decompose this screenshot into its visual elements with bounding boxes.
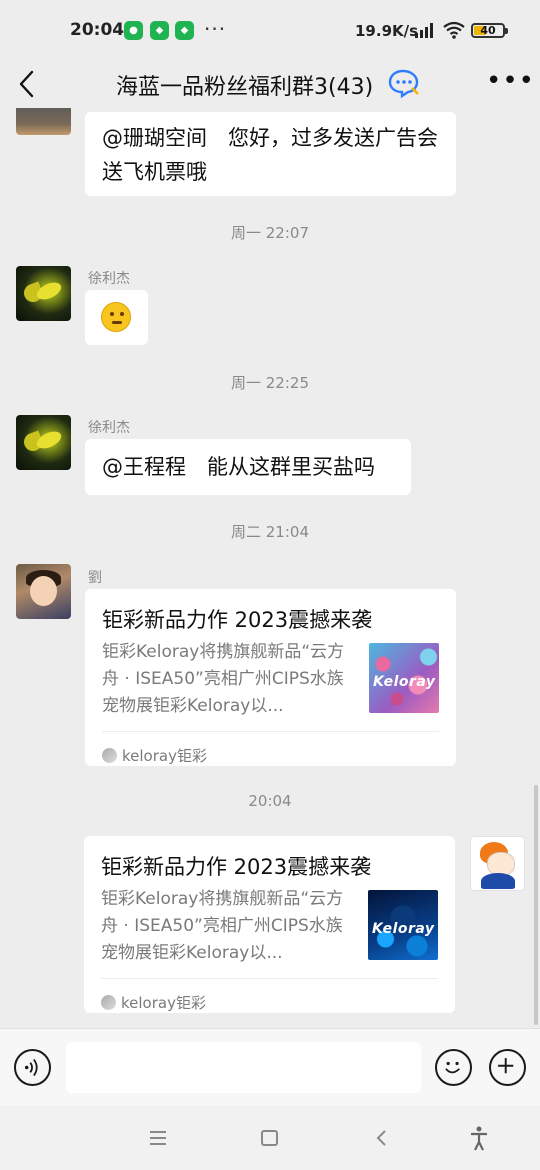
emoji-button[interactable] [435,1049,472,1086]
more-notifications-icon: ··· [204,17,227,41]
more-functions-button[interactable] [489,1049,526,1086]
home-icon[interactable] [254,1122,286,1154]
timestamp: 周一 22:07 [231,224,309,242]
system-nav-bar [0,1106,540,1170]
card-title: 钜彩新品力作 2023震撼来袭 [102,608,373,632]
battery-level: 40 [480,24,496,37]
shield-notification-icon: ◆ [150,21,169,40]
avatar[interactable] [16,108,71,135]
cell-signal-icon [415,23,433,38]
sender-name: 徐利杰 [88,420,130,436]
message-bubble[interactable] [85,290,148,345]
battery-icon: 40 [471,23,508,38]
status-bar: 20:04 ● ◆ ◆ ··· 19.9K/s 40 [0,0,540,60]
menu-icon[interactable] [142,1122,174,1154]
source-logo-icon [102,748,117,763]
card-source: keloray钜彩 [102,739,207,773]
sender-name: 徐利杰 [88,271,130,287]
wifi-icon [443,21,465,39]
back-button[interactable] [12,66,48,102]
message-bubble[interactable]: @王程程 能从这群里买盐吗 [85,439,411,495]
message-text: @王程程 能从这群里买盐吗 [102,455,375,479]
avatar[interactable] [16,415,71,470]
divider [102,731,439,732]
message-bubble[interactable]: @珊瑚空间 您好，过多发送广告会送飞机票哦 [85,112,456,196]
avatar[interactable] [16,564,71,619]
source-logo-icon [101,995,116,1010]
thumbnail-logo-text: Keloray [373,674,436,690]
shield-notification-icon-2: ◆ [175,21,194,40]
card-thumbnail: Keloray [368,890,438,960]
card-description: 钜彩Keloray将携旗舰新品“云方舟 · ISEA50”亮相广州CIPS水族宠… [101,889,344,963]
back-nav-icon[interactable] [366,1122,398,1154]
wechat-notification-icon: ● [124,21,143,40]
message-input[interactable] [66,1042,421,1093]
chat-bot-icon[interactable] [388,68,420,98]
timestamp: 周二 21:04 [231,523,309,541]
link-card[interactable]: 钜彩新品力作 2023震撼来袭 钜彩Keloray将携旗舰新品“云方舟 · IS… [85,589,456,766]
thumbnail-logo-text: Keloray [372,921,435,937]
accessibility-icon[interactable] [463,1122,495,1154]
card-thumbnail: Keloray [369,643,439,713]
message-text: @珊瑚空间 您好，过多发送广告会送飞机票哦 [102,126,438,184]
timestamp: 周一 22:25 [231,374,309,392]
card-title: 钜彩新品力作 2023震撼来袭 [101,855,372,879]
avatar[interactable] [16,266,71,321]
my-avatar[interactable] [470,836,525,891]
voice-input-button[interactable] [14,1049,51,1086]
source-name: keloray钜彩 [121,994,206,1012]
more-options-button[interactable]: ••• [486,66,534,102]
link-card[interactable]: 钜彩新品力作 2023震撼来袭 钜彩Keloray将携旗舰新品“云方舟 · IS… [84,836,455,1013]
message-list[interactable]: @珊瑚空间 您好，过多发送广告会送飞机票哦 周一 22:07 徐利杰 周一 22… [0,108,540,1028]
status-time: 20:04 [70,20,125,40]
card-description: 钜彩Keloray将携旗舰新品“云方舟 · ISEA50”亮相广州CIPS水族宠… [102,642,345,716]
thinking-face-icon [101,302,131,332]
scrollbar[interactable] [534,785,538,1025]
sender-name: 劉 [88,570,102,586]
network-speed: 19.9K/s [355,22,419,40]
divider [101,978,438,979]
input-bar [0,1028,540,1106]
chat-header: 海蓝一品粉丝福利群3(43) ••• [0,60,540,108]
card-source: keloray钜彩 [101,986,206,1020]
timestamp: 20:04 [248,792,292,810]
source-name: keloray钜彩 [122,747,207,765]
chat-title: 海蓝一品粉丝福利群3(43) [116,75,374,100]
